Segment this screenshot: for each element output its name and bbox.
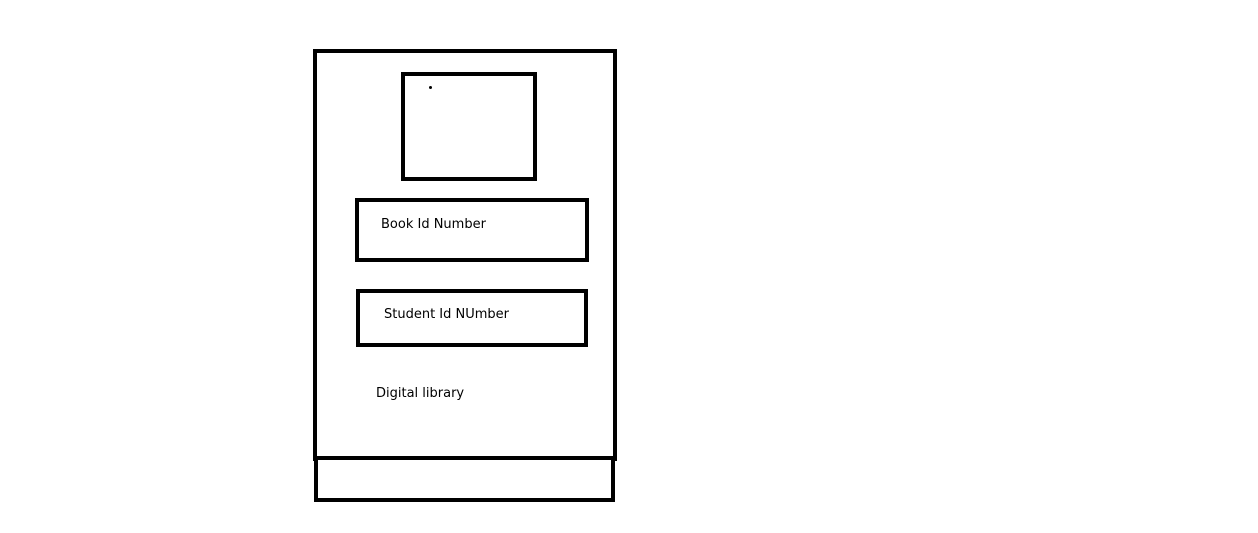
book-id-label: Book Id Number bbox=[381, 217, 486, 232]
image-placeholder bbox=[401, 72, 537, 181]
student-id-label: Student Id NUmber bbox=[384, 307, 510, 322]
digital-library-caption: Digital library bbox=[376, 386, 465, 401]
book-id-field[interactable]: Book Id Number bbox=[355, 198, 589, 262]
student-id-field[interactable]: Student Id NUmber bbox=[356, 289, 588, 347]
image-dot bbox=[429, 86, 432, 89]
device-base bbox=[314, 456, 615, 502]
